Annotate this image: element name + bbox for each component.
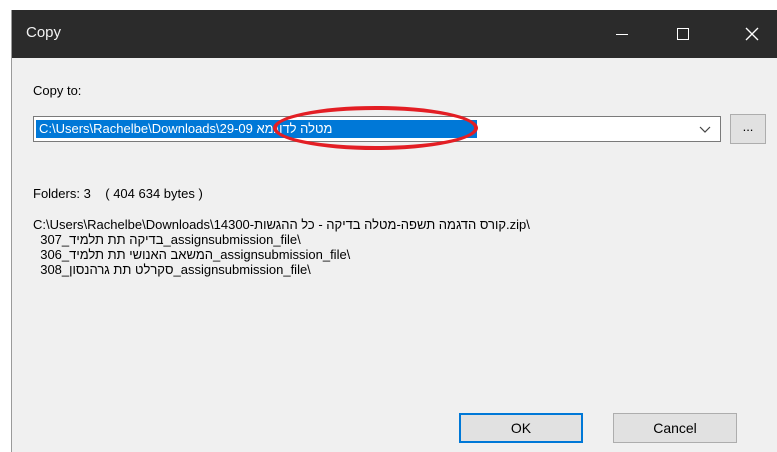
ok-button[interactable]: OK <box>459 413 583 443</box>
chevron-down-icon <box>699 126 711 133</box>
close-icon <box>745 27 759 41</box>
copy-dialog: Copy Copy to: C:\Users\Rachelbe\Download… <box>11 10 777 452</box>
source-path-line: 307_בדיקה תת תלמיד_assignsubmission_file… <box>33 232 301 247</box>
dropdown-arrow[interactable] <box>690 117 720 141</box>
folders-summary: Folders: 3 ( 404 634 bytes ) <box>33 186 203 201</box>
source-path-line: C:\Users\Rachelbe\Downloads\14300-קורס ה… <box>33 217 530 232</box>
source-paths-list: C:\Users\Rachelbe\Downloads\14300-קורס ה… <box>33 217 530 277</box>
destination-path-input[interactable]: C:\Users\Rachelbe\Downloads\29-09 מטלה ל… <box>36 120 477 138</box>
minimize-button[interactable] <box>599 10 645 58</box>
close-button[interactable] <box>729 10 775 58</box>
window-title: Copy <box>26 24 62 41</box>
title-bar[interactable]: Copy <box>12 10 777 58</box>
cancel-button[interactable]: Cancel <box>613 413 737 443</box>
copy-to-label: Copy to: <box>33 83 82 98</box>
browse-button[interactable]: ... <box>730 114 766 144</box>
source-path-line: 308_סקרלט תת גרהנסון_assignsubmission_fi… <box>33 262 311 277</box>
maximize-button[interactable] <box>661 10 707 58</box>
source-path-line: 306_המשאב האנושי תת תלמיד_assignsubmissi… <box>33 247 351 262</box>
destination-combobox[interactable]: C:\Users\Rachelbe\Downloads\29-09 מטלה ל… <box>33 116 721 142</box>
